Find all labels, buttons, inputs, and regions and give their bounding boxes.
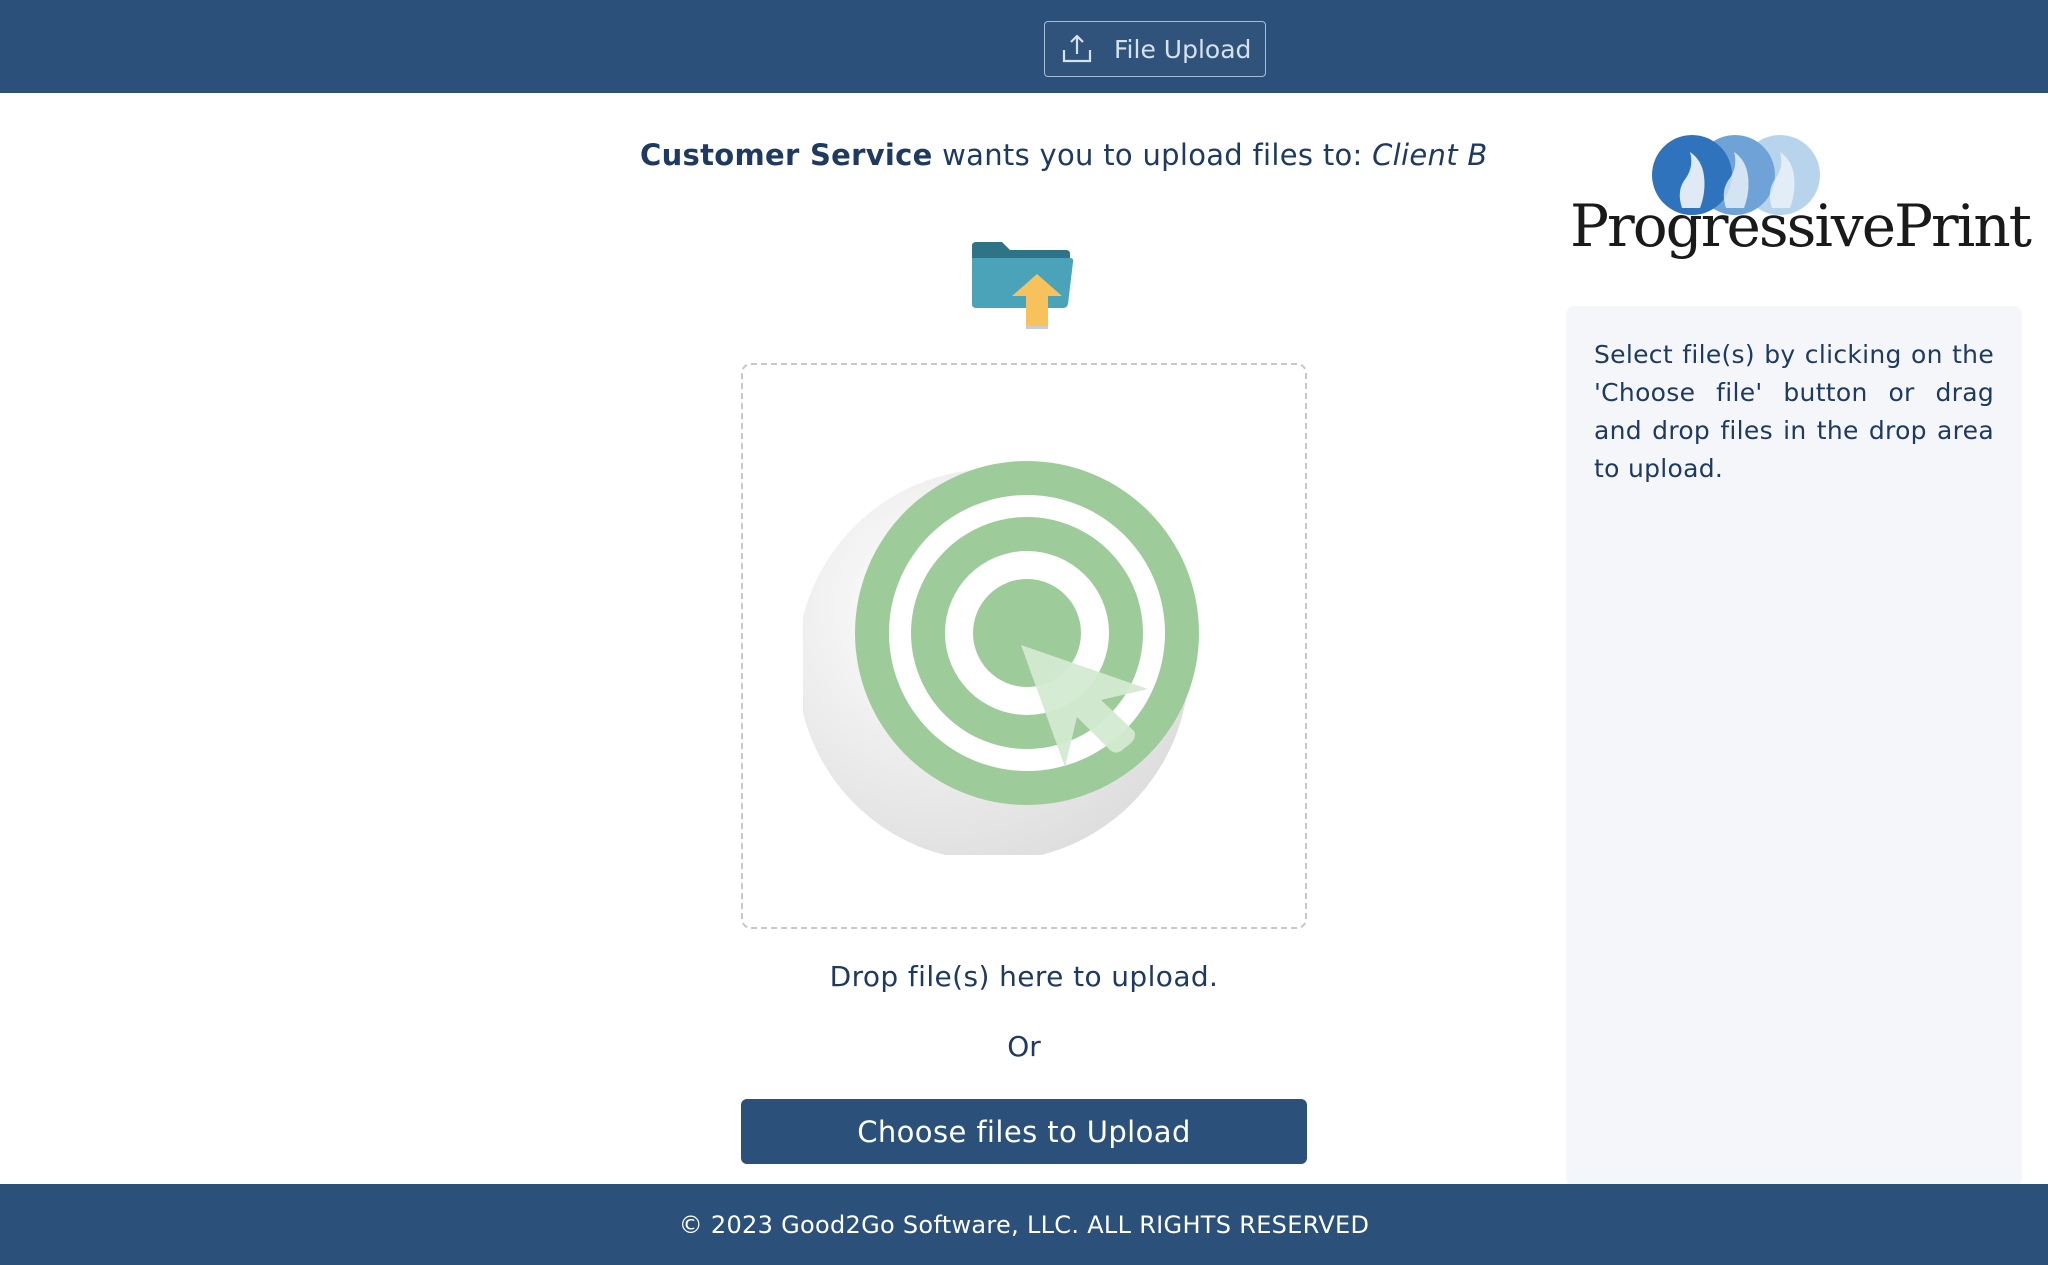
folder-upload-icon [972, 242, 1074, 329]
file-upload-tab-label: File Upload [1114, 34, 1252, 64]
upload-tray-icon [1062, 34, 1092, 63]
upload-instructions-text: Select file(s) by clicking on the 'Choos… [1594, 340, 1994, 483]
logo-wordmark: ProgressivePrint [1570, 192, 2032, 260]
destination-name: Client B [1372, 138, 1488, 172]
top-navigation-bar: File Upload [0, 0, 2048, 93]
company-logo: ProgressivePrint [1570, 130, 2032, 280]
or-separator: Or [1007, 1030, 1041, 1063]
request-text: wants you to upload files to: [932, 138, 1373, 172]
choose-files-button[interactable]: Choose files to Upload [741, 1099, 1307, 1164]
target-icon [803, 461, 1199, 855]
drop-instructions: Drop file(s) here to upload. [829, 960, 1219, 993]
copyright-text: © 2023 Good2Go Software, LLC. ALL RIGHTS… [678, 1210, 1370, 1239]
file-drop-zone[interactable] [741, 363, 1307, 929]
page-footer: © 2023 Good2Go Software, LLC. ALL RIGHTS… [0, 1184, 2048, 1265]
sender-name: Customer Service [640, 138, 933, 172]
instructions-panel: Select file(s) by clicking on the 'Choos… [1566, 306, 2022, 1186]
file-upload-tab[interactable]: File Upload [1044, 21, 1266, 77]
